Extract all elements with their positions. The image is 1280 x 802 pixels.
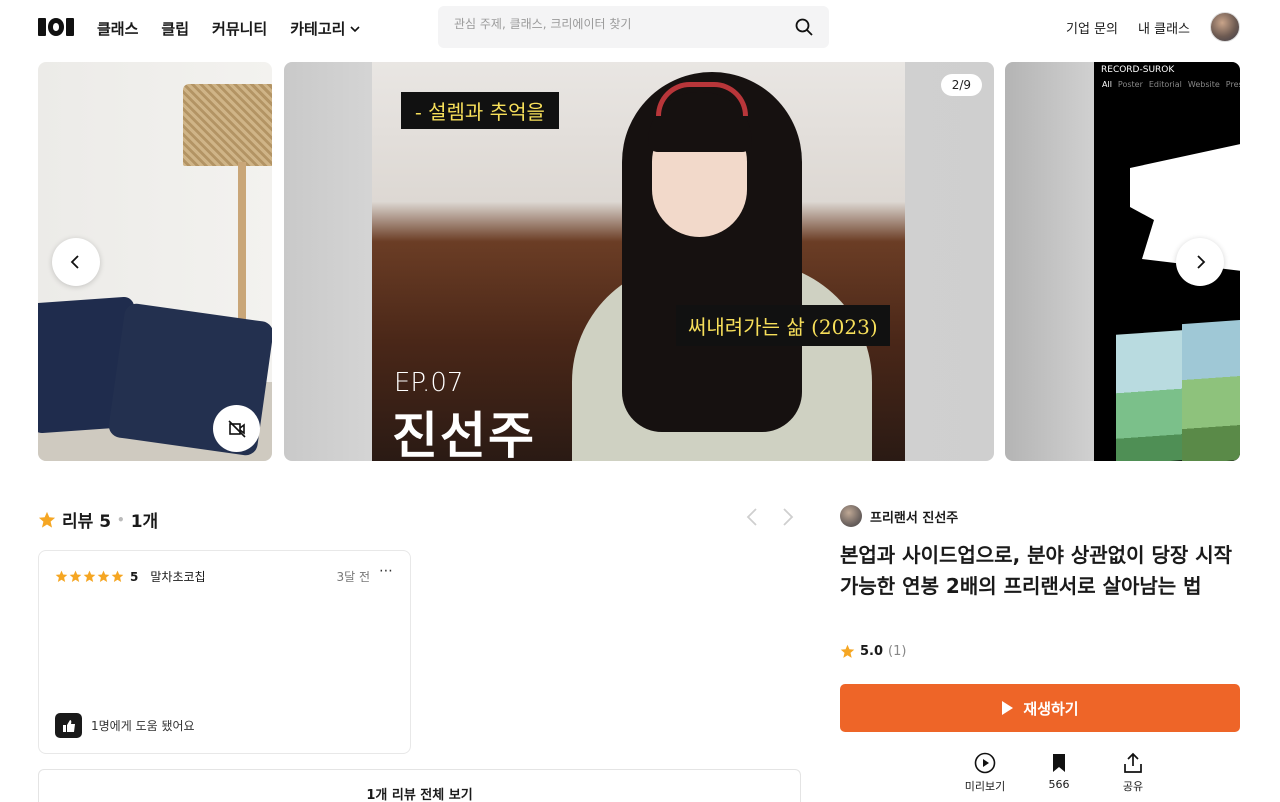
corporate-inquiry-link[interactable]: 기업 문의	[1066, 18, 1118, 37]
video-caption-bottom: 써내려가는 삶 (2023)	[676, 305, 890, 346]
class-title: 본업과 사이드업으로, 분야 상관없이 당장 시작 가능한 연봉 2배의 프리랜…	[840, 543, 1233, 598]
star-icon	[97, 570, 110, 583]
chevron-right-icon[interactable]	[781, 507, 795, 527]
review-count: 1개	[130, 512, 159, 532]
star-icon	[69, 570, 82, 583]
nav-item-category-label: 카테고리	[290, 20, 346, 38]
action-bar: 미리보기 566 공유	[963, 752, 1155, 794]
book-image	[1182, 319, 1240, 461]
helpful-text: 1명에게 도움 됐어요	[91, 719, 195, 733]
logo-bar-right	[66, 18, 75, 36]
poster-brand: RECORD-SUROK	[1101, 65, 1175, 75]
chevron-down-icon	[350, 25, 360, 32]
media-carousel: - 설렘과 추억을 써내려가는 삶 (2023) EP.07 진선주 2/9 R…	[0, 62, 1280, 462]
video-caption-top: - 설렘과 추억을	[401, 92, 559, 129]
rating-stars	[55, 570, 124, 583]
carousel-prev-button[interactable]	[52, 238, 100, 286]
separator-dot: •	[117, 512, 125, 527]
slide-counter: 2/9	[940, 74, 982, 96]
chevron-left-icon[interactable]	[745, 507, 759, 527]
review-rating-value: 5	[130, 569, 139, 584]
poster-menu-item: All	[1102, 80, 1112, 89]
rating-count: (1)	[888, 644, 907, 659]
creator-info[interactable]: 프리랜서 진선주	[840, 505, 958, 527]
muted-video-icon	[227, 419, 246, 438]
star-icon	[55, 570, 68, 583]
star-icon	[840, 644, 855, 658]
nav-item-category[interactable]: 카테고리	[290, 18, 361, 39]
review-pagination	[745, 507, 795, 527]
user-avatar[interactable]	[1210, 12, 1240, 42]
bookmark-count: 566	[1048, 778, 1070, 791]
share-button[interactable]: 공유	[1111, 752, 1155, 794]
creator-name: 프리랜서 진선주	[870, 510, 959, 526]
play-button[interactable]: 재생하기	[840, 684, 1240, 732]
more-options-icon[interactable]: ⋯	[379, 563, 394, 579]
class-rating: 5.0 (1)	[840, 644, 906, 659]
logo-bar-left	[38, 18, 46, 36]
rating-value: 5.0	[860, 644, 884, 659]
poster-menu-item: Press	[1225, 80, 1240, 89]
carousel-next-button[interactable]	[1176, 238, 1224, 286]
review-header: 리뷰 5 • 1개	[38, 507, 158, 532]
play-icon	[1002, 701, 1014, 715]
mute-toggle-button[interactable]	[213, 405, 260, 452]
review-card-top: 5 말차초코칩	[55, 568, 206, 585]
episode-name: 진선주	[392, 407, 536, 461]
review-time: 3달 전	[336, 570, 370, 584]
review-label: 리뷰 5	[62, 512, 112, 532]
nav-item-class[interactable]: 클래스	[97, 18, 138, 39]
bookmark-icon	[1053, 754, 1065, 772]
poster-menu-item: Website	[1187, 80, 1220, 89]
poster-menu: All Poster Editorial Website Press	[1102, 80, 1240, 89]
poster-menu-item: Poster	[1117, 80, 1143, 89]
main-nav: 클래스 클립 커뮤니티 카테고리	[97, 18, 361, 39]
chevron-left-icon	[70, 255, 79, 269]
poster-menu-item: Editorial	[1148, 80, 1182, 89]
episode-label: EP.07	[394, 368, 464, 398]
search-icon[interactable]	[795, 18, 813, 36]
chevron-right-icon	[1197, 255, 1206, 269]
preview-label: 미리보기	[964, 780, 1006, 793]
review-author: 말차초코칩	[150, 570, 206, 584]
helpful-row: 1명에게 도움 됐어요	[55, 713, 195, 738]
thumbs-up-button[interactable]	[55, 713, 82, 738]
play-button-label: 재생하기	[1023, 699, 1079, 718]
review-card: 5 말차초코칩 3달 전 ⋯ 1명에게 도움 됐어요	[38, 550, 411, 754]
class101-logo[interactable]	[38, 17, 75, 37]
nav-item-clip[interactable]: 클립	[161, 18, 189, 39]
thumbs-up-icon	[62, 719, 75, 732]
top-header: 클래스 클립 커뮤니티 카테고리 기업 문의 내 클래스	[0, 0, 1280, 56]
lamp-image	[183, 84, 272, 166]
search-bar	[438, 6, 829, 48]
view-all-reviews-button[interactable]: 1개 리뷰 전체 보기	[38, 769, 801, 802]
carousel-slide-current[interactable]: - 설렘과 추억을 써내려가는 삶 (2023) EP.07 진선주 2/9	[284, 62, 994, 461]
share-icon	[1124, 752, 1142, 773]
my-class-link[interactable]: 내 클래스	[1138, 18, 1190, 37]
nav-item-community[interactable]: 커뮤니티	[212, 18, 267, 39]
bookmark-button[interactable]: 566	[1037, 752, 1081, 794]
header-right: 기업 문의 내 클래스	[1066, 12, 1240, 42]
share-label: 공유	[1122, 780, 1144, 793]
play-circle-icon	[974, 752, 996, 774]
search-input[interactable]	[454, 17, 774, 31]
video-preview[interactable]: - 설렘과 추억을 써내려가는 삶 (2023) EP.07 진선주	[372, 62, 905, 461]
creator-avatar	[840, 505, 862, 527]
preview-button[interactable]: 미리보기	[963, 752, 1007, 794]
star-icon	[111, 570, 124, 583]
logo-circle	[47, 18, 65, 36]
star-icon	[38, 511, 56, 528]
star-icon	[83, 570, 96, 583]
